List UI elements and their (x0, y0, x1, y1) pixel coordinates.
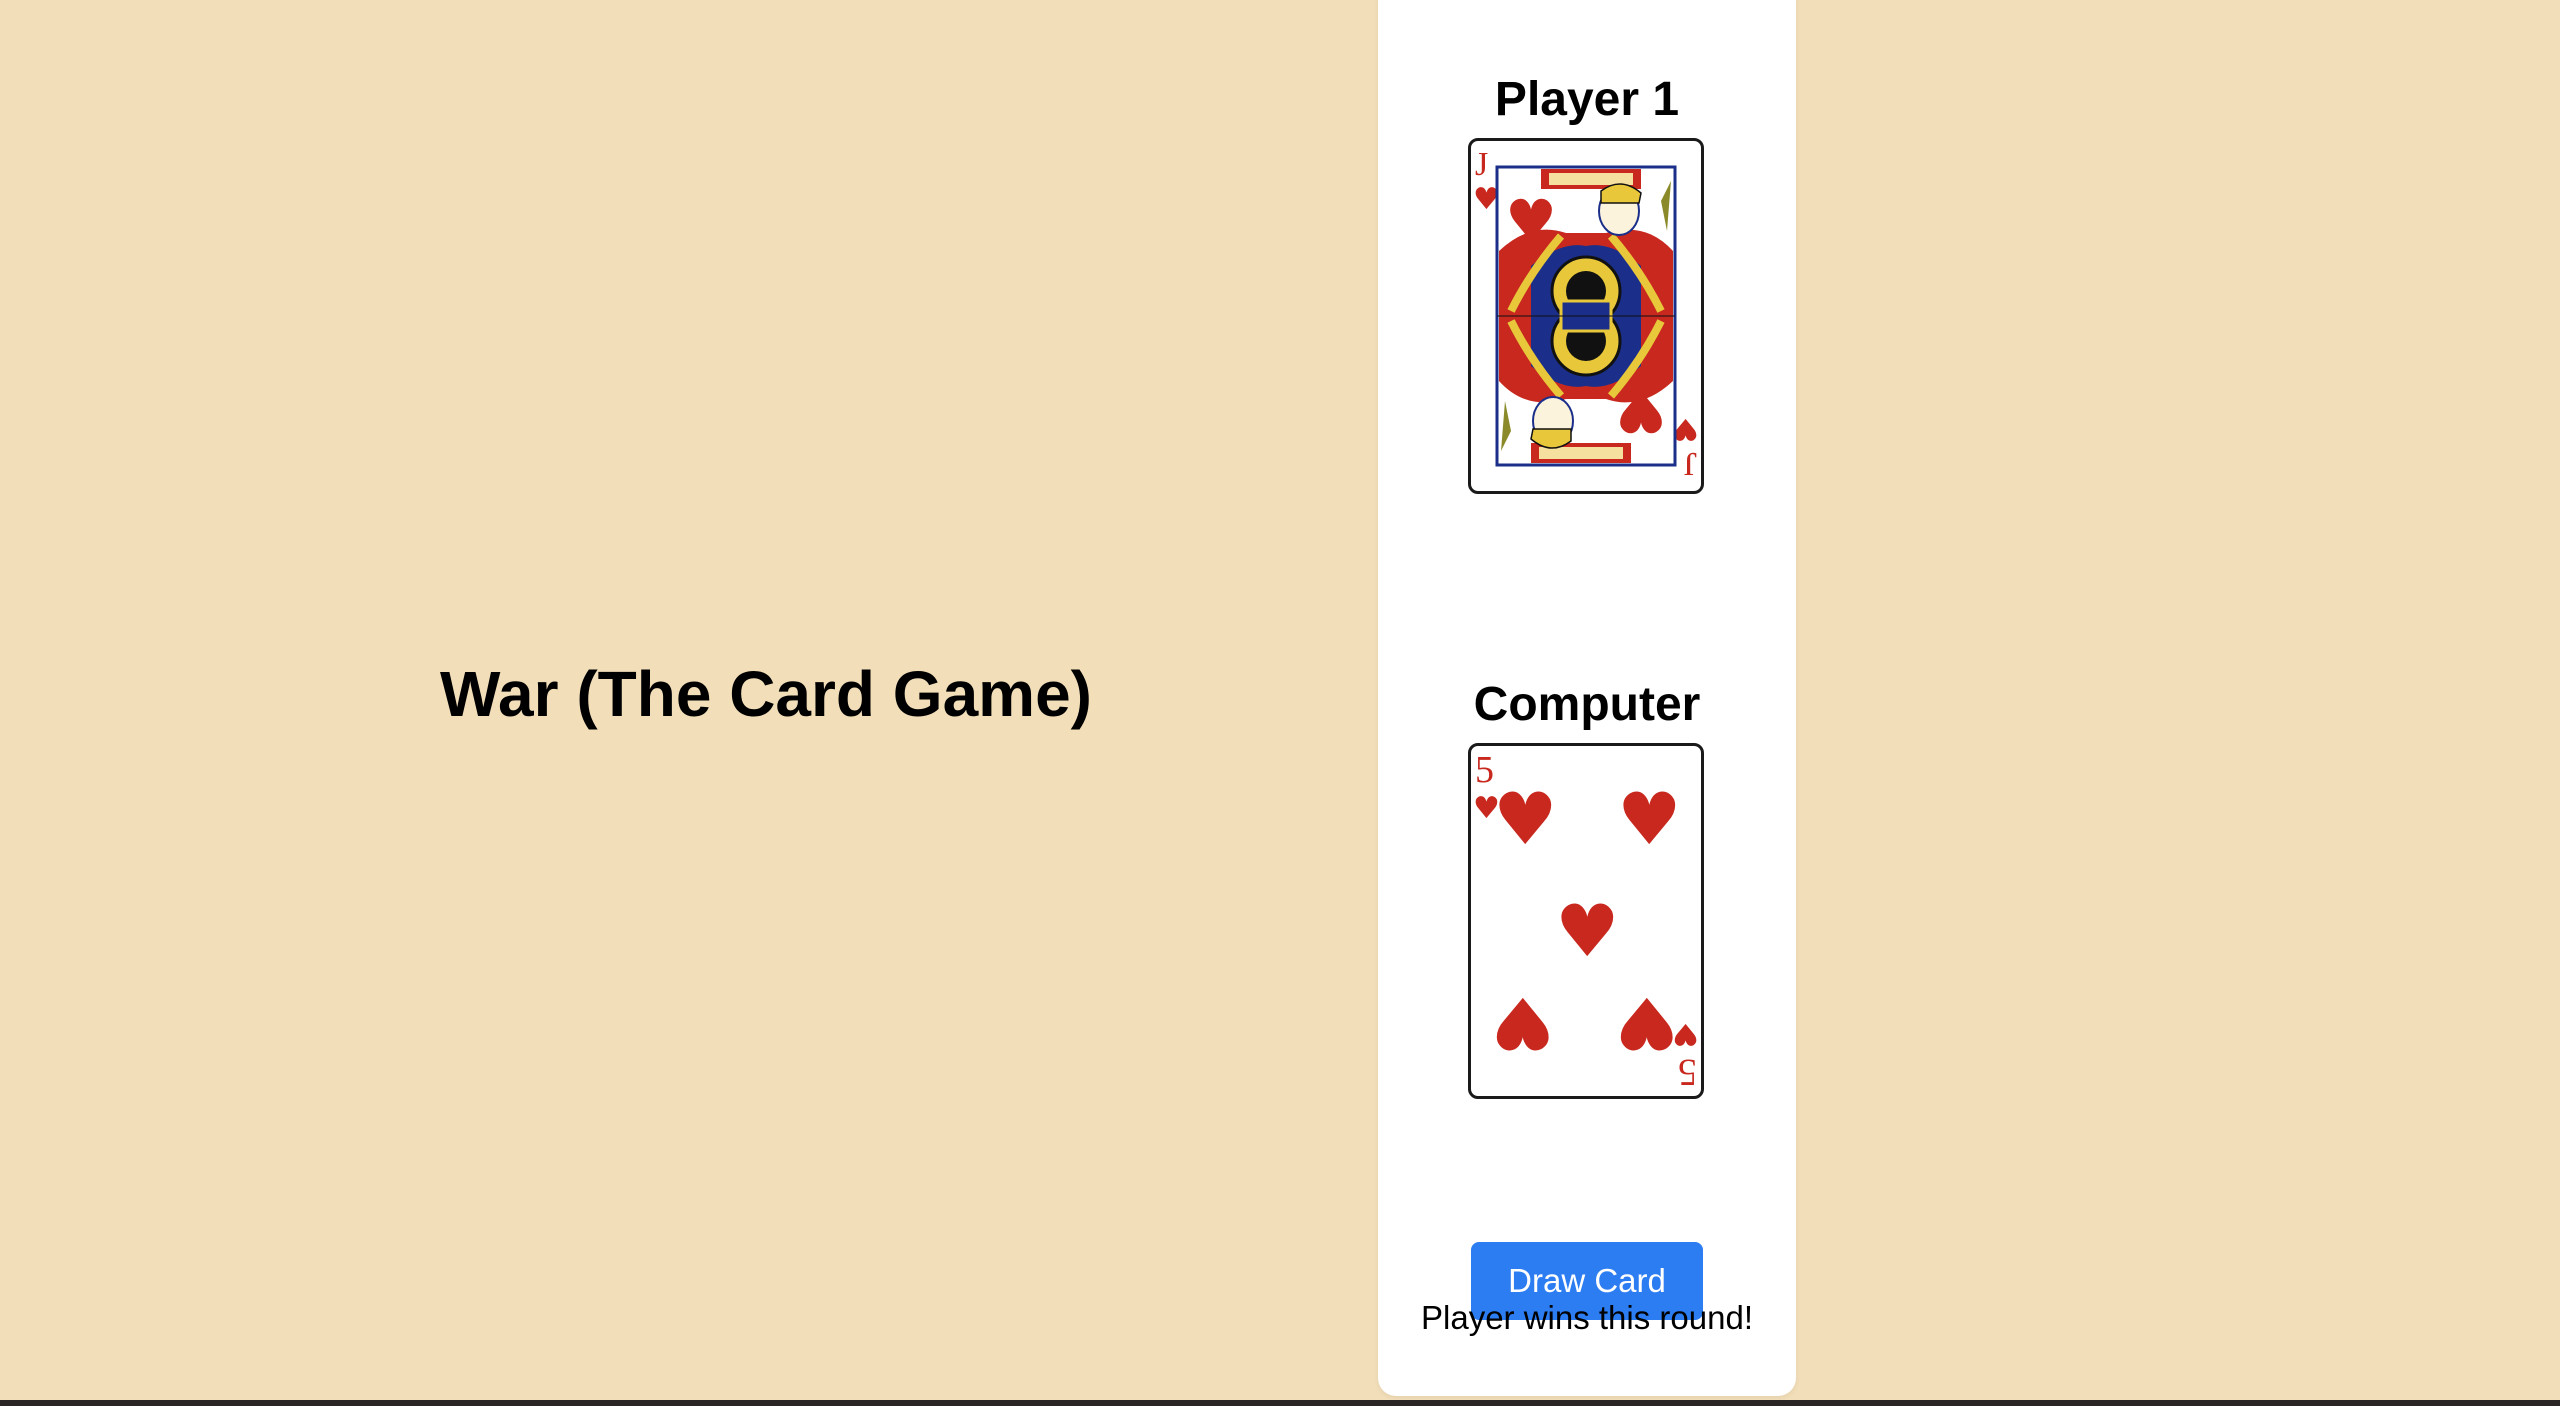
player-heading: Player 1 (1494, 73, 1680, 126)
round-result-message: Player wins this round! (1421, 1299, 1753, 1336)
pip-bottom-right: ♥ (1490, 981, 1555, 1065)
pip-bottom-left: ♥ (1614, 981, 1679, 1065)
pip-top-left: ♥ (1493, 777, 1558, 861)
computer-heading: Computer (1473, 678, 1701, 731)
bottom-edge-bar (0, 1400, 2560, 1406)
jack-pip-top: ♥ (1505, 187, 1557, 255)
computer-card: 5 ♥ 5 ♥ ♥ ♥ ♥ ♥ ♥ (1468, 743, 1704, 1099)
computer-card-rank-top: 5 (1475, 749, 1494, 791)
five-of-hearts-card-face: 5 ♥ 5 ♥ ♥ ♥ ♥ ♥ ♥ (1473, 749, 1699, 1093)
player-card: J ♥ J ♥ ♥ ♥ (1468, 138, 1704, 494)
pip-top-right: ♥ (1617, 777, 1682, 861)
pip-center: ♥ (1555, 889, 1620, 973)
computer-card-rank-bottom: 5 (1678, 1051, 1697, 1093)
player-card-rank-top: J (1475, 146, 1488, 183)
jack-of-hearts-card-face: J ♥ J ♥ ♥ ♥ (1473, 146, 1699, 482)
game-panel: Player 1 J ♥ J ♥ ♥ ♥ Computer 5 ♥ 5 ♥ ♥ … (1378, 0, 1796, 1396)
jack-pip-bottom: ♥ (1615, 377, 1667, 445)
player-card-rank-bottom: J (1684, 445, 1697, 482)
page-title: War (The Card Game) (440, 658, 1092, 730)
